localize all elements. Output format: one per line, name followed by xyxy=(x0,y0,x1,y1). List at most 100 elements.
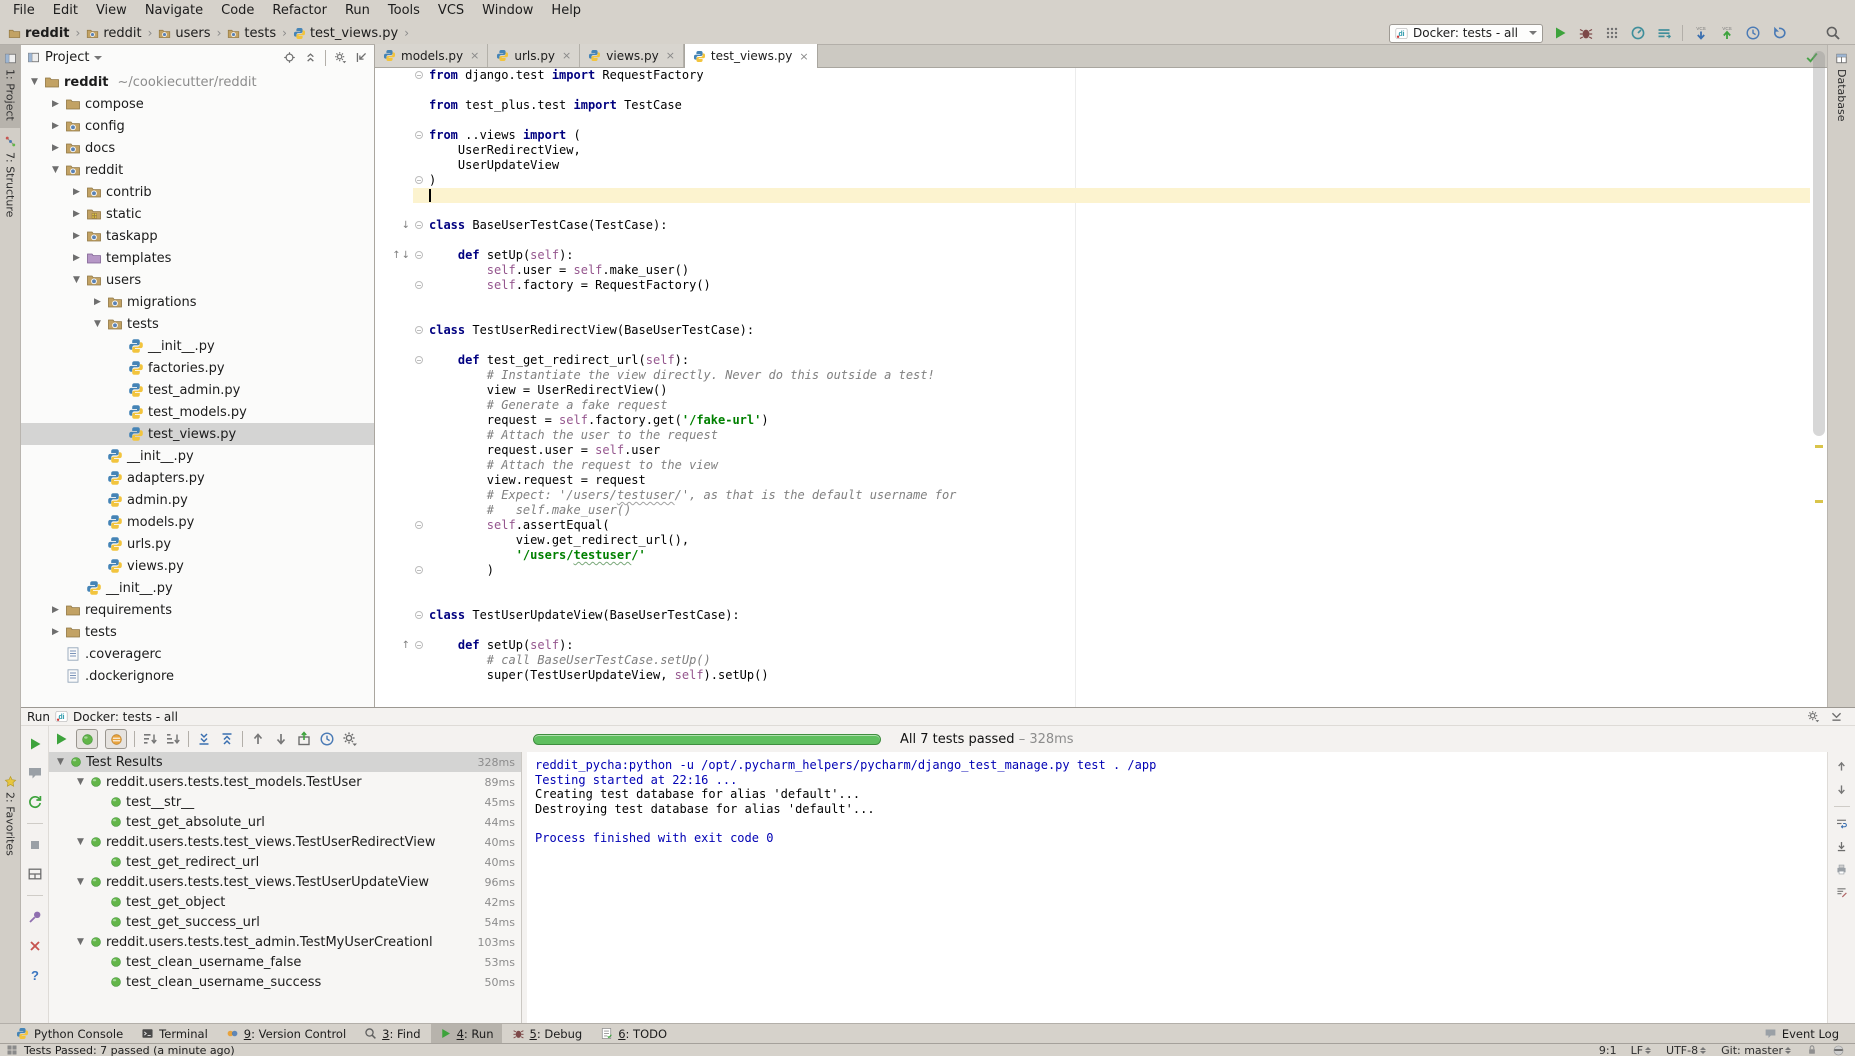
tool-window-button-terminal[interactable]: Terminal xyxy=(133,1024,216,1044)
collapse-icon[interactable] xyxy=(219,731,235,747)
history-icon[interactable] xyxy=(319,731,335,747)
buffer-icon[interactable] xyxy=(1656,25,1672,41)
menu-item-tools[interactable]: Tools xyxy=(379,0,429,22)
scrollend-icon[interactable] xyxy=(1835,840,1848,853)
up-icon[interactable] xyxy=(250,731,266,747)
chevron-right-icon[interactable]: ▶ xyxy=(50,121,61,131)
search-icon[interactable] xyxy=(1825,25,1841,41)
chevron-right-icon[interactable]: ▶ xyxy=(71,253,82,263)
tree-item-migrations[interactable]: ▶migrations xyxy=(21,291,374,313)
chevron-down-icon[interactable]: ▼ xyxy=(71,275,82,285)
debug-icon[interactable] xyxy=(1578,25,1594,41)
export-icon[interactable] xyxy=(296,731,312,747)
menu-item-navigate[interactable]: Navigate xyxy=(136,0,212,22)
editor-tab-test-views-py[interactable]: test_views.py× xyxy=(684,44,818,68)
chevron-down-icon[interactable]: ▼ xyxy=(75,877,86,887)
fold-marker-icon[interactable] xyxy=(415,326,423,334)
chevron-down-icon[interactable]: ▼ xyxy=(55,757,66,767)
chevron-down-icon[interactable] xyxy=(94,56,102,60)
breadcrumb-item-reddit[interactable]: reddit xyxy=(84,26,143,41)
test-node-test-clean-username-success[interactable]: test_clean_username_success50ms xyxy=(49,972,521,992)
override-up-icon[interactable]: ↑ xyxy=(392,251,400,261)
test-node-reddit-users-tests-test-admin-testmyusercreationl[interactable]: ▼reddit.users.tests.test_admin.TestMyUse… xyxy=(49,932,521,952)
crosshair-icon[interactable] xyxy=(283,51,296,64)
menu-item-run[interactable]: Run xyxy=(336,0,379,22)
editor-tab-urls-py[interactable]: urls.py× xyxy=(488,44,580,67)
tree-item-tests[interactable]: ▼tests xyxy=(21,313,374,335)
menu-item-vcs[interactable]: VCS xyxy=(429,0,473,22)
test-node-test-get-absolute-url[interactable]: test_get_absolute_url44ms xyxy=(49,812,521,832)
tool-window-button-version-control[interactable]: 9: Version Control xyxy=(218,1024,354,1044)
fold-marker-icon[interactable] xyxy=(415,221,423,229)
fold-marker-icon[interactable] xyxy=(415,356,423,364)
chevron-right-icon[interactable]: ▶ xyxy=(50,99,61,109)
test-node-test-str[interactable]: test__str__45ms xyxy=(49,792,521,812)
tree-item-reddit[interactable]: ▼reddit~/cookiecutter/reddit xyxy=(21,71,374,93)
menu-item-refactor[interactable]: Refactor xyxy=(263,0,336,22)
tool-window-button-run[interactable]: 4: Run xyxy=(431,1024,502,1044)
history-icon[interactable] xyxy=(1745,25,1761,41)
console-icon[interactable] xyxy=(27,866,43,882)
tool-window-button-debug[interactable]: 5: Debug xyxy=(504,1024,591,1044)
hide-down-icon[interactable] xyxy=(1830,710,1843,723)
tree-item-compose[interactable]: ▶compose xyxy=(21,93,374,115)
tree-item-requirements[interactable]: ▶requirements xyxy=(21,599,374,621)
tree-item-adapters-py[interactable]: adapters.py xyxy=(21,467,374,489)
fold-marker-icon[interactable] xyxy=(415,281,423,289)
override-up-icon[interactable]: ↑ xyxy=(402,641,410,651)
tool-stripe-button-database[interactable]: Database xyxy=(1828,45,1855,129)
tree-item-reddit[interactable]: ▼reddit xyxy=(21,159,374,181)
tool-stripe-button-1-project[interactable]: 1: Project xyxy=(0,45,20,128)
run-icon[interactable] xyxy=(27,736,43,752)
tab-close-icon[interactable]: × xyxy=(562,49,571,62)
test-node-test-clean-username-false[interactable]: test_clean_username_false53ms xyxy=(49,952,521,972)
tree-item-models-py[interactable]: models.py xyxy=(21,511,374,533)
chevron-down-icon[interactable]: ▼ xyxy=(75,937,86,947)
fold-marker-icon[interactable] xyxy=(415,566,423,574)
code-editor[interactable]: from django.test import RequestFactoryfr… xyxy=(375,68,1827,707)
splitter[interactable] xyxy=(521,752,522,1023)
filter-toggle-skip-ball[interactable] xyxy=(105,729,127,749)
test-node-reddit-users-tests-test-models-testuser[interactable]: ▼reddit.users.tests.test_models.TestUser… xyxy=(49,772,521,792)
down-icon[interactable] xyxy=(273,731,289,747)
chevron-right-icon[interactable]: ▶ xyxy=(92,297,103,307)
pin-icon[interactable] xyxy=(27,909,43,925)
test-node-reddit-users-tests-test-views-testuserupdateview[interactable]: ▼reddit.users.tests.test_views.TestUserU… xyxy=(49,872,521,892)
tree-item-contrib[interactable]: ▶contrib xyxy=(21,181,374,203)
tool-stripe-button-2-favorites[interactable]: 2: Favorites xyxy=(0,768,20,863)
tree-item-dockerignore[interactable]: .dockerignore xyxy=(21,665,374,687)
rerun-failed-icon[interactable] xyxy=(27,794,43,810)
run-icon[interactable] xyxy=(53,731,69,747)
down-icon[interactable] xyxy=(1835,783,1848,796)
tool-window-button-find[interactable]: 3: Find xyxy=(356,1024,428,1044)
status-widget-lf[interactable]: LF xyxy=(1631,1044,1652,1056)
tree-item-users[interactable]: ▼users xyxy=(21,269,374,291)
tree-item-taskapp[interactable]: ▶taskapp xyxy=(21,225,374,247)
breadcrumb-item-tests[interactable]: tests xyxy=(225,26,278,41)
chevron-down-icon[interactable]: ▼ xyxy=(75,777,86,787)
stop-icon[interactable] xyxy=(27,837,43,853)
clear-icon[interactable] xyxy=(1835,886,1848,899)
tree-item-templates[interactable]: ▶templates xyxy=(21,247,374,269)
chevron-down-icon[interactable]: ▼ xyxy=(50,165,61,175)
tree-item-factories-py[interactable]: factories.py xyxy=(21,357,374,379)
tab-close-icon[interactable]: × xyxy=(470,49,479,62)
override-down-icon[interactable]: ↓ xyxy=(402,251,410,261)
gear-dd-icon[interactable] xyxy=(342,731,358,747)
editor-tab-models-py[interactable]: models.py× xyxy=(375,44,488,67)
fold-marker-icon[interactable] xyxy=(415,521,423,529)
editor-scrollbar[interactable] xyxy=(1813,51,1825,436)
menu-item-edit[interactable]: Edit xyxy=(44,0,87,22)
rollback-icon[interactable] xyxy=(1771,25,1787,41)
error-stripe-mark[interactable] xyxy=(1815,500,1823,503)
fold-marker-icon[interactable] xyxy=(415,71,423,79)
fold-marker-icon[interactable] xyxy=(415,611,423,619)
fold-marker-icon[interactable] xyxy=(415,251,423,259)
tab-close-icon[interactable]: × xyxy=(799,50,808,63)
lock-icon[interactable] xyxy=(1806,1044,1818,1056)
breadcrumb-item-test-views-py[interactable]: test_views.py xyxy=(291,26,400,41)
vcs-down-icon[interactable]: VCS xyxy=(1693,25,1709,41)
tree-item-static[interactable]: ▶static xyxy=(21,203,374,225)
chevron-down-icon[interactable]: ▼ xyxy=(75,837,86,847)
chevron-right-icon[interactable]: ▶ xyxy=(71,209,82,219)
